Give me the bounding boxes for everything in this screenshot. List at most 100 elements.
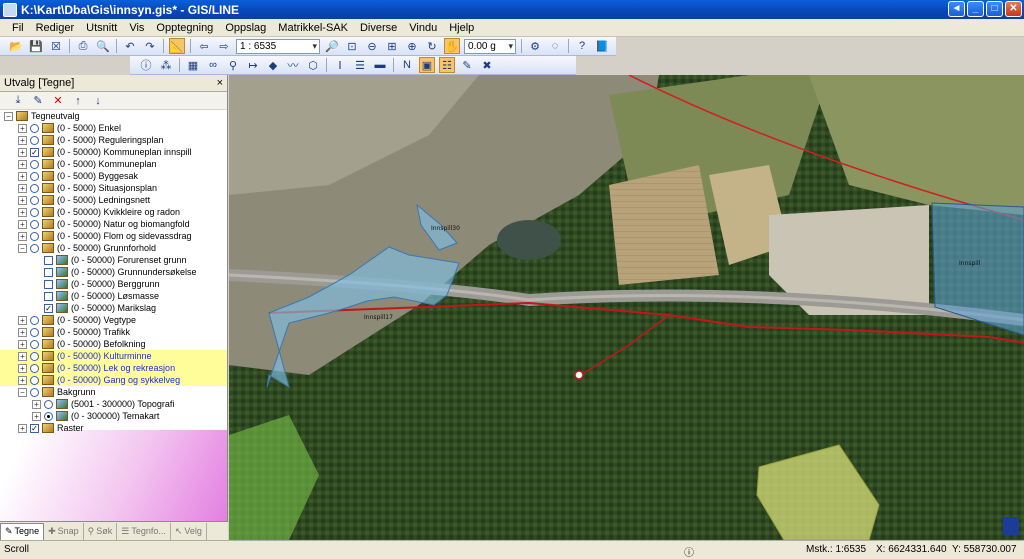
menu-matrikkel-sak[interactable]: Matrikkel-SAK — [272, 22, 354, 34]
layer-checkbox[interactable] — [44, 279, 53, 289]
menu-fil[interactable]: Fil — [6, 22, 30, 34]
layer-radio[interactable] — [30, 219, 39, 229]
tree-row[interactable]: + (0 - 50000) Vegtype — [0, 314, 227, 326]
expand-icon[interactable]: + — [18, 195, 27, 205]
tree-row[interactable]: + (0 - 300000) Temakart — [0, 410, 227, 422]
properties-icon[interactable]: ✎ — [30, 93, 46, 109]
menu-opptegning[interactable]: Opptegning — [150, 22, 219, 34]
tab-snap[interactable]: ✚ Snap — [44, 522, 84, 540]
maximize-button[interactable]: □ — [986, 1, 1003, 17]
layer-radio[interactable] — [30, 207, 39, 217]
tab-velg[interactable]: ↖ Velg — [171, 522, 207, 540]
expand-icon[interactable]: + — [18, 147, 27, 157]
layer-radio[interactable] — [30, 231, 39, 241]
map-canvas[interactable]: Innspill30 Innspill17 Innspill — [229, 75, 1024, 540]
tree-row[interactable]: (0 - 50000) Grunnundersøkelse — [0, 266, 227, 278]
expand-icon[interactable]: − — [18, 243, 27, 253]
expand-icon[interactable]: + — [18, 135, 27, 145]
tree-row[interactable]: + (0 - 5000) Enkel — [0, 122, 227, 134]
layer-checkbox[interactable] — [44, 267, 53, 277]
expand-icon[interactable]: + — [32, 399, 41, 409]
expand-icon[interactable]: + — [18, 171, 27, 181]
menu-oppslag[interactable]: Oppslag — [219, 22, 272, 34]
route-node[interactable] — [574, 370, 584, 380]
expand-icon[interactable]: + — [32, 411, 41, 421]
expand-icon[interactable]: + — [18, 327, 27, 337]
export-icon[interactable]: ⤓ — [10, 93, 26, 109]
tab-tegnfo[interactable]: ☰ Tegnfo... — [117, 522, 171, 540]
layer-radio[interactable] — [30, 315, 39, 325]
snap-icon[interactable]: ⚲ — [225, 57, 241, 73]
expand-icon[interactable]: + — [18, 423, 27, 433]
point-tool-icon[interactable]: ◆ — [265, 57, 281, 73]
tree-row[interactable]: + (0 - 50000) Gang og sykkelveg — [0, 374, 227, 386]
polygon-tool-icon[interactable]: ⬡ — [305, 57, 321, 73]
expand-icon[interactable]: + — [18, 183, 27, 193]
close-doc-icon[interactable]: ☒ — [48, 38, 64, 54]
tree-row[interactable]: + (0 - 50000) Kvikkleire og radon — [0, 206, 227, 218]
tree-row[interactable]: + (0 - 50000) Flom og sidevassdrag — [0, 230, 227, 242]
expand-icon[interactable]: + — [18, 207, 27, 217]
expand-icon[interactable]: + — [18, 231, 27, 241]
layer-radio[interactable] — [30, 243, 39, 253]
menu-hjelp[interactable]: Hjelp — [443, 22, 480, 34]
binoculars-icon[interactable]: ∞ — [205, 57, 221, 73]
help-icon[interactable]: ? — [574, 38, 590, 54]
zoom-out-icon[interactable]: ⊖ — [364, 38, 380, 54]
line-style-icon[interactable]: ▬ — [372, 57, 388, 73]
layer-radio[interactable] — [30, 183, 39, 193]
menu-vindu[interactable]: Vindu — [403, 22, 443, 34]
tree-row[interactable]: + (5001 - 300000) Topografi — [0, 398, 227, 410]
book-icon[interactable]: 📘 — [594, 38, 610, 54]
layer-radio[interactable] — [30, 339, 39, 349]
info-icon[interactable]: ⓘ — [138, 57, 154, 73]
expand-icon[interactable]: + — [18, 351, 27, 361]
redo-icon[interactable]: ↷ — [142, 38, 158, 54]
expand-icon[interactable]: + — [18, 339, 27, 349]
print-icon[interactable]: ⎙ — [75, 38, 91, 54]
tree-row[interactable]: + (0 - 50000) Lek og rekreasjon — [0, 362, 227, 374]
layer-checkbox[interactable] — [44, 291, 53, 301]
layer-radio[interactable] — [30, 171, 39, 181]
lasso-icon[interactable]: ◌ — [547, 38, 563, 54]
expand-icon[interactable]: + — [18, 363, 27, 373]
undo-icon[interactable]: ↶ — [122, 38, 138, 54]
expand-icon[interactable]: − — [4, 111, 13, 121]
tree-row[interactable]: + (0 - 5000) Ledningsnett — [0, 194, 227, 206]
refresh-icon[interactable]: ↻ — [424, 38, 440, 54]
clear-select-icon[interactable]: ✖ — [479, 57, 495, 73]
tree-row[interactable]: ✓ (0 - 50000) Marikslag — [0, 302, 227, 314]
list-select-icon[interactable]: ☷ — [439, 57, 455, 73]
layer-radio[interactable] — [30, 387, 39, 397]
layer-radio[interactable] — [30, 327, 39, 337]
layer-checkbox[interactable] — [44, 255, 53, 265]
expand-icon[interactable]: + — [18, 375, 27, 385]
move-up-icon[interactable]: ↑ — [70, 93, 86, 109]
text-frame-icon[interactable]: Ⅰ — [332, 57, 348, 73]
tree-row[interactable]: + (0 - 5000) Byggesak — [0, 170, 227, 182]
menu-rediger[interactable]: Rediger — [30, 22, 81, 34]
tree-row[interactable]: (0 - 50000) Løsmasse — [0, 290, 227, 302]
tree-row[interactable]: − (0 - 50000) Grunnforhold — [0, 242, 227, 254]
tree-row[interactable]: + (0 - 50000) Kulturminne — [0, 350, 227, 362]
grid-icon[interactable]: ⊕ — [404, 38, 420, 54]
layer-radio[interactable] — [30, 159, 39, 169]
tree-row[interactable]: (0 - 50000) Berggrunn — [0, 278, 227, 290]
legend-icon[interactable]: ☰ — [352, 57, 368, 73]
layer-radio[interactable] — [30, 363, 39, 373]
expand-icon[interactable]: + — [18, 219, 27, 229]
layer-radio[interactable] — [30, 135, 39, 145]
save-icon[interactable]: 💾 — [28, 38, 44, 54]
next-view-icon[interactable]: ⇨ — [216, 38, 232, 54]
tree-row[interactable]: + (0 - 5000) Reguleringsplan — [0, 134, 227, 146]
layer-radio[interactable] — [30, 351, 39, 361]
prev-view-icon[interactable]: ⇦ — [196, 38, 212, 54]
tree-row[interactable]: − Tegneutvalg — [0, 110, 227, 122]
tree-row[interactable]: + (0 - 5000) Kommuneplan — [0, 158, 227, 170]
menu-utsnitt[interactable]: Utsnitt — [80, 22, 123, 34]
zoom-icon[interactable]: 🔎 — [324, 38, 340, 54]
tree-row[interactable]: + (0 - 50000) Befolkning — [0, 338, 227, 350]
tree-row[interactable]: + (0 - 50000) Natur og biomangfold — [0, 218, 227, 230]
expand-icon[interactable]: + — [18, 123, 27, 133]
layers-edit-icon[interactable]: ⚙ — [527, 38, 543, 54]
